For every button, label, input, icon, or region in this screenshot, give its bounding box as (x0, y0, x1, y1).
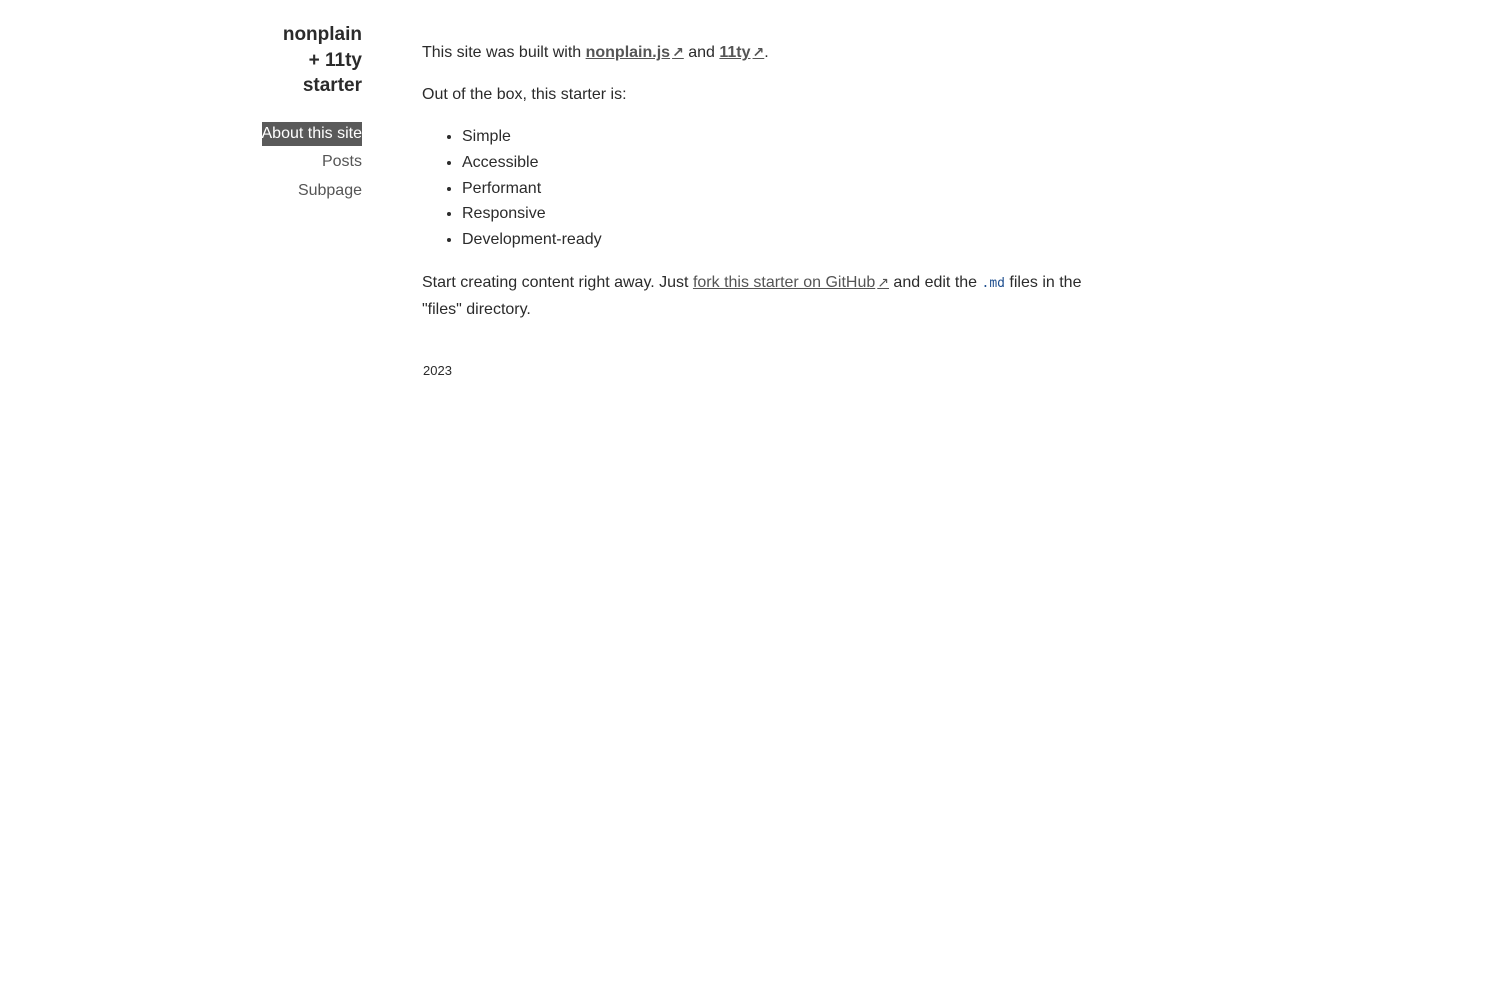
list-item: Responsive (462, 201, 1092, 227)
feature-list: Simple Accessible Performant Responsive … (422, 124, 1092, 253)
list-item: Performant (462, 176, 1092, 202)
intro-text: . (764, 44, 769, 61)
intro-text: This site was built with (422, 44, 586, 61)
cta-text: Start creating content right away. Just (422, 273, 693, 291)
list-item: Accessible (462, 150, 1092, 176)
footer: 2023 (423, 362, 452, 380)
list-item: Simple (462, 124, 1092, 150)
nav-item-posts[interactable]: Posts (322, 150, 362, 174)
cta-paragraph: Start creating content right away. Just … (422, 269, 1092, 323)
sidebar: nonplain + 11ty starter About this site … (240, 22, 362, 207)
list-intro: Out of the box, this starter is: (422, 86, 627, 103)
cta-text: and edit the (888, 273, 982, 291)
list-item: Development-ready (462, 227, 1092, 253)
nonplain-link-label: nonplain.js (585, 44, 671, 61)
intro-text: and (683, 44, 720, 61)
intro-paragraph: This site was built with nonplain.js ↗ an… (422, 39, 1092, 66)
nonplain-link[interactable]: nonplain.js ↗ (586, 44, 684, 61)
main-content: This site was built with nonplain.js ↗ an… (422, 39, 1092, 339)
site-title-line: starter (302, 75, 362, 96)
fork-github-link[interactable]: fork this starter on GitHub ↗ (693, 274, 889, 291)
nav-item-subpage[interactable]: Subpage (298, 179, 362, 203)
nav-item-about[interactable]: About this site (261, 121, 362, 146)
site-title-line: + 11ty (308, 49, 362, 71)
site-title[interactable]: nonplain + 11ty starter (240, 22, 362, 99)
footer-year: 2023 (423, 363, 452, 378)
site-title-line: nonplain (282, 24, 362, 45)
external-link-icon: ↗ (877, 273, 889, 290)
md-extension-code: .md (981, 275, 1005, 291)
fork-link-label: fork this starter on GitHub (692, 273, 876, 291)
external-link-icon: ↗ (672, 44, 684, 60)
external-link-icon: ↗ (752, 44, 765, 60)
nav-menu: About this site Posts Subpage (240, 121, 362, 208)
11ty-link-label: 11ty (719, 44, 751, 61)
11ty-link[interactable]: 11ty ↗ (719, 44, 764, 61)
